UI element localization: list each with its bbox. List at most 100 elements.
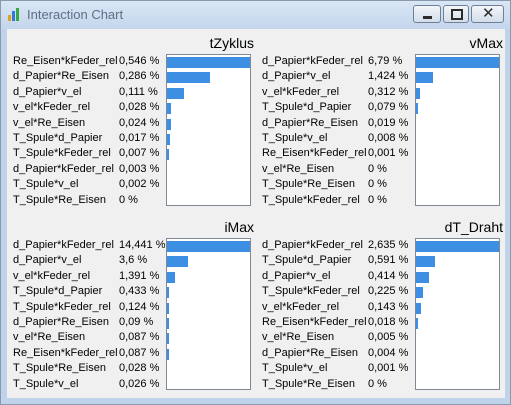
list-item: T_Spule*Re_Eisen 0 % <box>262 377 414 392</box>
interaction-label: d_Papier*kFeder_rel <box>13 239 114 251</box>
chart-area: tZyklus Re_Eisen*kFeder_rel0,546 % d_Papie… <box>7 29 505 398</box>
list-item: v_el*kFeder_rel 0,312 % <box>262 85 414 100</box>
bar-plot <box>166 54 251 206</box>
list-item: v_el*kFeder_rel 1,391 % <box>13 269 165 284</box>
interaction-label: d_Papier*kFeder_rel <box>13 162 114 175</box>
bar <box>167 87 184 99</box>
interaction-label: v_el*Re_Eisen <box>262 331 335 344</box>
maximize-button[interactable] <box>443 5 469 23</box>
interaction-value: 1,424 % <box>368 70 409 83</box>
interaction-label: d_Papier*Re_Eisen <box>262 346 359 359</box>
interaction-value: 0,087 % <box>119 346 160 359</box>
bar <box>416 271 429 283</box>
panel-title: vMax <box>469 35 503 51</box>
interaction-value: 0 % <box>368 377 387 390</box>
interaction-value: 0,143 % <box>368 300 409 313</box>
interaction-value: 0,028 % <box>119 362 160 375</box>
interaction-value: 0,002 % <box>119 178 160 191</box>
bar <box>416 287 423 299</box>
interaction-label: T_Spule*Re_Eisen <box>13 193 106 206</box>
list-item: T_Spule*Re_Eisen 0,028 % <box>13 361 165 376</box>
interaction-label: T_Spule*kFeder_rel <box>262 193 360 206</box>
list-item: T_Spule*kFeder_rel 0,124 % <box>13 300 165 315</box>
interaction-label: T_Spule*kFeder_rel <box>13 300 111 313</box>
interaction-value: 0,004 % <box>368 346 409 359</box>
list-item: d_Papier*Re_Eisen 0,004 % <box>262 346 414 361</box>
bar <box>167 241 250 252</box>
bar-plot <box>415 54 500 206</box>
interaction-value: 0,087 % <box>119 331 160 344</box>
list-item: d_Papier*v_el 0,414 % <box>262 269 414 284</box>
list-item: v_el*kFeder_rel 0,143 % <box>262 300 414 315</box>
bar <box>167 103 171 115</box>
interaction-label: d_Papier*Re_Eisen <box>13 315 110 328</box>
interaction-value: 0 % <box>368 178 387 191</box>
list-item: d_Papier*kFeder_rel 14,441 % <box>13 238 165 253</box>
list-item: d_Papier*kFeder_rel 2,635 % <box>262 238 414 253</box>
list-item: T_Spule*Re_Eisen 0 % <box>13 193 165 208</box>
bar <box>167 271 175 283</box>
interaction-label: Re_Eisen*kFeder_rel <box>13 346 118 359</box>
interaction-value: 0,017 % <box>119 131 160 144</box>
list-item: Re_Eisen*kFeder_rel0,001 % <box>262 146 414 161</box>
list-item: v_el*kFeder_rel 0,028 % <box>13 100 165 115</box>
interaction-value: 0,019 % <box>368 116 409 129</box>
interaction-value: 0,003 % <box>119 162 160 175</box>
title-bar[interactable]: Interaction Chart ✕ <box>1 1 510 29</box>
interaction-value: 0,111 % <box>119 85 158 98</box>
bar <box>167 348 169 360</box>
interaction-label: v_el*kFeder_rel <box>262 85 340 98</box>
interaction-label: T_Spule*kFeder_rel <box>262 285 360 298</box>
interaction-value: 0,546 % <box>119 55 160 67</box>
panel-title: dT_Draht <box>444 219 503 235</box>
interaction-value: 0,433 % <box>119 285 160 298</box>
bar <box>167 256 188 268</box>
interaction-label: v_el*Re_Eisen <box>262 162 335 175</box>
list-item: T_Spule*v_el 0,002 % <box>13 177 165 192</box>
interaction-value: 0,079 % <box>368 101 409 114</box>
minimize-button[interactable] <box>413 5 441 23</box>
interaction-label: T_Spule*d_Papier <box>262 101 352 114</box>
interaction-label: Re_Eisen*kFeder_rel <box>262 315 367 328</box>
bar <box>416 241 499 252</box>
interaction-value: 0,008 % <box>368 131 409 144</box>
interaction-value: 0,001 % <box>368 362 409 375</box>
bar <box>167 318 169 329</box>
list-item: T_Spule*Re_Eisen 0 % <box>262 177 414 192</box>
interaction-label: v_el*Re_Eisen <box>13 331 86 344</box>
interaction-label: T_Spule*v_el <box>13 178 79 191</box>
interaction-label: T_Spule*d_Papier <box>13 285 103 298</box>
chart-panel-vmax: vMax d_Papier*kFeder_rel 6,79 % d_Papier*v_… <box>256 29 503 211</box>
bar-chart-icon[interactable] <box>7 7 21 21</box>
list-item: d_Papier*v_el 1,424 % <box>262 69 414 84</box>
interaction-label: d_Papier*kFeder_rel <box>262 55 363 67</box>
interaction-label: d_Papier*Re_Eisen <box>262 116 359 129</box>
list-item: d_Papier*Re_Eisen 0,019 % <box>262 116 414 131</box>
interaction-label: T_Spule*d_Papier <box>262 254 352 267</box>
list-item: v_el*Re_Eisen 0,024 % <box>13 116 165 131</box>
interaction-label: v_el*kFeder_rel <box>13 269 91 282</box>
interaction-value: 0,001 % <box>368 147 409 160</box>
list-item: T_Spule*d_Papier 0,017 % <box>13 131 165 146</box>
list-item: v_el*Re_Eisen 0 % <box>262 162 414 177</box>
list-item: T_Spule*kFeder_rel 0,007 % <box>13 146 165 161</box>
maximize-icon <box>451 9 463 20</box>
list-item: T_Spule*v_el 0,026 % <box>13 377 165 392</box>
bar <box>416 103 418 115</box>
interaction-label: d_Papier*v_el <box>13 85 82 98</box>
list-item: T_Spule*d_Papier 0,079 % <box>262 100 414 115</box>
interaction-chart-window: Interaction Chart ✕ tZyklus Re_Eisen*kFed… <box>0 0 511 405</box>
interaction-label: Re_Eisen*kFeder_rel <box>13 55 118 67</box>
bar <box>167 134 170 145</box>
interaction-value: 0,124 % <box>119 300 160 313</box>
interaction-label: T_Spule*v_el <box>262 362 328 375</box>
interaction-value: 1,391 % <box>119 269 160 282</box>
interaction-label: v_el*Re_Eisen <box>13 116 86 129</box>
list-item: v_el*Re_Eisen 0,005 % <box>262 330 414 345</box>
chart-panel-dt-draht: dT_Draht d_Papier*kFeder_rel 2,635 % T_Spul… <box>256 213 503 395</box>
close-button[interactable]: ✕ <box>471 5 504 23</box>
list-item: d_Papier*v_el 3,6 % <box>13 253 165 268</box>
interaction-value: 0,018 % <box>368 315 409 328</box>
interaction-value: 0,225 % <box>368 285 409 298</box>
list-item: d_Papier*kFeder_rel 0,003 % <box>13 162 165 177</box>
